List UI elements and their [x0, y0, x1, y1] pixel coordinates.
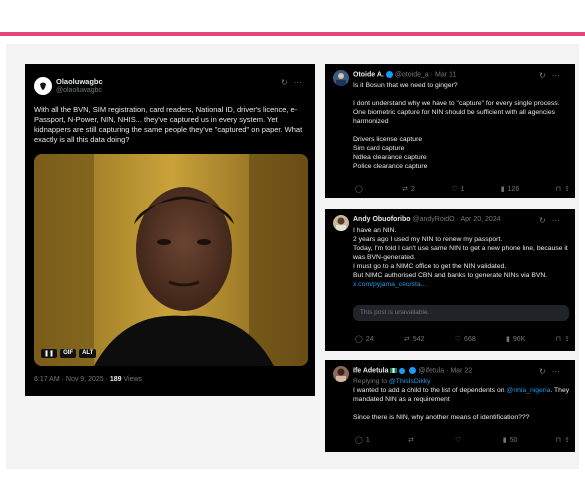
gif-media[interactable]: ❚❚ GIF ALT — [34, 154, 308, 366]
reply-line: Police clearance capture — [353, 163, 428, 170]
grok-icon[interactable]: ↻ — [281, 78, 288, 87]
reply-line: I must go to a NIMC office to get the NI… — [353, 263, 507, 270]
share-icon[interactable]: ⇪ — [564, 335, 570, 343]
repost-button[interactable]: ⇄ 2 — [402, 185, 415, 194]
chart-icon: ▮ — [502, 437, 507, 444]
views-label: Views — [121, 376, 143, 383]
more-icon[interactable]: ⋯ — [552, 71, 560, 80]
verified-badge-icon — [409, 367, 417, 374]
reply-line: Ndlea clearance capture — [353, 154, 427, 161]
avatar[interactable] — [34, 77, 52, 95]
chart-icon: ▮ — [500, 186, 505, 193]
repost-button[interactable]: ⇄ — [408, 436, 417, 444]
repost-button[interactable]: ⇄ 542 — [403, 335, 425, 344]
more-icon[interactable]: ⋯ — [294, 78, 302, 87]
reply-line: 2 years ago I used my NIN to renew my pa… — [353, 236, 503, 243]
more-icon[interactable]: ⋯ — [552, 367, 560, 376]
unavailable-quote: This post is unavailable. — [353, 305, 569, 321]
views-button[interactable]: ▮ 96K — [506, 335, 525, 344]
chart-icon: ▮ — [506, 336, 510, 343]
alt-badge[interactable]: ALT — [79, 349, 97, 358]
author-name[interactable]: Andy Obuoforibo — [353, 216, 411, 223]
globe-icon — [399, 367, 406, 374]
share-icon[interactable]: ⇪ — [564, 436, 570, 444]
comment-icon: ◯ — [355, 437, 363, 444]
author-handle[interactable]: @otoide_a · Mar 11 — [395, 71, 456, 78]
like-button[interactable]: ♡ — [455, 436, 464, 444]
reply-card-ife[interactable]: Ife Adetula @ifetula · Mar 22 ↻ ⋯ Replyi… — [325, 360, 575, 452]
author-handle[interactable]: @andyRoidO · Apr 20, 2024 — [413, 216, 501, 223]
verified-badge-icon — [385, 71, 393, 78]
reply-line: Since there is NIN, why another means of… — [353, 414, 530, 421]
reply-button[interactable]: ◯ 1 — [355, 436, 370, 445]
author-handle[interactable]: @olaoluwagbc — [56, 87, 102, 94]
reply-card-otoide[interactable]: Otoide A. @otoide_a · Mar 11 ↻ ⋯ Is it B… — [325, 64, 575, 198]
like-button[interactable]: ♡ 1 — [451, 185, 464, 194]
comment-icon: ◯ — [355, 186, 363, 193]
reply-line: Is it Bosun that we need to ginger? — [353, 82, 458, 89]
avatar[interactable] — [333, 70, 349, 86]
reply-button[interactable]: ◯ — [355, 185, 366, 193]
like-button[interactable]: ♡ 668 — [454, 335, 476, 344]
reply-button[interactable]: ◯ 24 — [355, 335, 374, 344]
views-count: 189 — [109, 376, 122, 383]
reply-card-andy[interactable]: Andy Obuoforibo @andyRoidO · Apr 20, 202… — [325, 209, 575, 351]
gif-badge: GIF — [60, 349, 77, 358]
shared-link[interactable]: x.com/pyjama_ceo/sta... — [353, 281, 426, 288]
reply-line — [353, 126, 571, 135]
grok-icon[interactable]: ↻ — [539, 216, 546, 225]
avatar[interactable] — [333, 215, 349, 231]
author-name[interactable]: Olaoluwagbc — [56, 77, 103, 86]
views-button[interactable]: ▮ 50 — [502, 436, 518, 445]
comment-icon: ◯ — [355, 336, 363, 343]
reply-line: But NIMC authorised CBN and banks to gen… — [353, 272, 548, 288]
reply-line: I have an NIN. — [353, 227, 397, 234]
flag-icon — [390, 368, 398, 373]
reply-line: I wanted to add a child to the list of d… — [353, 387, 570, 403]
gif-image — [34, 154, 308, 366]
repost-icon: ⇄ — [403, 336, 410, 343]
heart-icon: ♡ — [454, 336, 462, 343]
views-button[interactable]: ▮ 126 — [500, 185, 520, 194]
main-post-card[interactable]: Olaoluwagbc @olaoluwagbc ↻ ⋯ With all th… — [25, 64, 315, 396]
mention-link[interactable]: @nhia_nigeria — [506, 387, 550, 394]
reply-line: Today, I'm told I can't use same NIN to … — [353, 245, 568, 261]
replying-to: Replying to @ThisIsDikky — [353, 378, 431, 385]
more-icon[interactable]: ⋯ — [552, 216, 560, 225]
grok-icon[interactable]: ↻ — [539, 71, 546, 80]
grok-icon[interactable]: ↻ — [539, 367, 546, 376]
reply-line: Drivers license capture — [353, 136, 423, 143]
bookmark-icon[interactable]: ⊓ — [556, 185, 561, 193]
repost-icon: ⇄ — [408, 437, 414, 444]
reply-line: Sim card capture — [353, 145, 405, 152]
pause-icon[interactable]: ❚❚ — [41, 349, 58, 358]
replying-handle[interactable]: @ThisIsDikky — [389, 378, 431, 385]
heart-icon: ♡ — [455, 437, 462, 444]
author-handle[interactable]: @ifetula · Mar 22 — [418, 367, 472, 374]
post-meta: 6:17 AM · Nov 9, 2025 · 189 Views — [34, 376, 142, 383]
avatar[interactable] — [333, 366, 349, 382]
author-name[interactable]: Otoide A. — [353, 71, 384, 78]
accent-bar — [0, 32, 585, 36]
heart-icon: ♡ — [451, 186, 458, 193]
bookmark-icon[interactable]: ⊓ — [556, 335, 561, 343]
author-name[interactable]: Ife Adetula — [353, 367, 389, 374]
post-timestamp[interactable]: 6:17 AM · Nov 9, 2025 · — [34, 376, 110, 383]
reply-line: I dont understand why we have to "captur… — [353, 100, 560, 125]
share-icon[interactable]: ⇪ — [564, 185, 570, 193]
reply-line — [353, 90, 571, 99]
bookmark-icon[interactable]: ⊓ — [556, 436, 561, 444]
repost-icon: ⇄ — [402, 186, 409, 193]
post-text: With all the BVN, SIM registration, card… — [34, 105, 303, 144]
